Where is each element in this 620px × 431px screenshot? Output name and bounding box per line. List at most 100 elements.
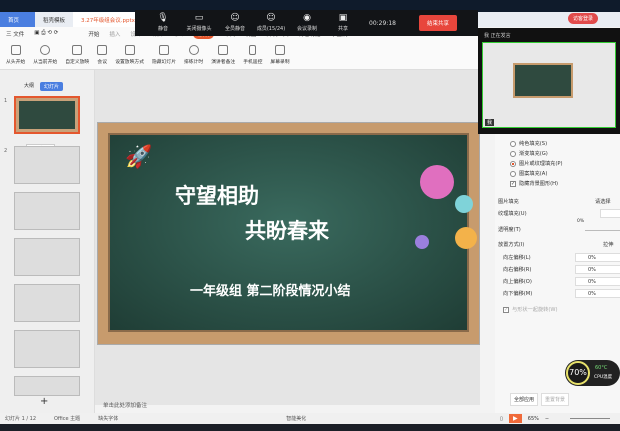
reset-background-button[interactable]: 重置背景 [541,393,570,406]
missing-font-button[interactable]: 缺失字体 [98,415,118,422]
label: 静音 [157,26,168,32]
tab-slides[interactable]: 幻灯片 [40,82,64,91]
slide-thumbnail[interactable] [14,192,80,230]
pattern-fill-radio[interactable] [510,170,516,177]
slide-title-2: 共盼春来 [245,219,329,243]
slide-panel: 大纲幻灯片 1 从当前开始 2 + [0,70,95,413]
speaking-status: 正在发言 [490,33,511,39]
tab-document[interactable]: 3.27年级组会议.pptx [73,12,143,27]
cpu-percent: 70% [566,361,590,385]
slide-thumbnail[interactable] [14,146,80,184]
offset-left-input[interactable]: 0% [575,253,620,262]
tab-home[interactable]: 首页 [0,12,35,27]
speaker-name: 我 [484,33,490,39]
label: 会议录制 [296,26,317,32]
hide-bg-checkbox[interactable]: ✓ [510,180,516,187]
cpu-label: CPU温度 [594,375,613,380]
video-panel: 我 正在发言 我 [478,28,620,134]
label: 渐变填充(G) [519,151,548,157]
end-share-button[interactable]: 结束共享 [419,15,458,31]
notes-area[interactable]: 单击此处添加备注 [95,398,480,412]
share-button[interactable]: ▣ 共享 [325,13,361,33]
rotate-checkbox[interactable]: ✓ [503,306,509,313]
label: 隐藏背景图形(H) [519,181,559,187]
notes-icon [218,45,229,55]
offset-right-input[interactable]: 0% [575,265,620,274]
login-button[interactable]: 访客登录 [568,13,599,24]
play-slideshow-button[interactable]: ▶ [508,414,522,423]
reading-view-icon[interactable]: ▯ [500,416,503,422]
slide-canvas[interactable]: 🚀 守望相助 共盼春来 一年级组 第二阶段情况小结 [97,122,480,345]
label: 图案填充(A) [519,171,548,177]
gradient-fill-radio[interactable] [510,150,516,157]
slide-thumbnail[interactable] [14,96,80,134]
zoom-slider[interactable] [570,418,610,419]
label: 共享 [337,26,348,32]
participant-label: 我 [485,119,495,126]
slide-thumbnail[interactable] [14,330,80,368]
offset-bottom-input[interactable]: 0% [575,289,620,298]
speaker-notes-button[interactable]: 演讲者备注 [208,40,238,69]
label: 成员(15/24) [256,26,286,32]
tab-outline[interactable]: 大纲 [24,82,34,91]
screen-record-button[interactable]: 屏幕录制 [267,40,292,69]
label: 与形状一起旋转(W) [512,307,558,313]
from-current-button[interactable]: 从当前开始 [30,40,60,69]
slide-thumbnail[interactable] [14,238,80,276]
zoom-level[interactable]: 65% [528,416,539,422]
label: 设置放映方式 [115,60,144,65]
solid-fill-radio[interactable] [510,140,516,147]
mute-all-icon: ☺ [230,13,240,23]
label: 隐藏幻灯片 [152,60,176,65]
meeting-icon [97,45,108,55]
show-settings-button[interactable]: 设置放映方式 [112,40,147,69]
mute-button[interactable]: 🎙 静音 [145,13,181,33]
meeting-button[interactable]: 会议 [94,40,110,69]
stretch-select[interactable]: 拉伸 [603,241,613,248]
texture-select[interactable] [600,209,620,218]
menu-file[interactable]: 三 文件 [6,30,24,38]
zoom-out-button[interactable]: − [545,416,549,422]
rehearse-button[interactable]: 排练计时 [181,40,206,69]
add-slide-button[interactable]: + [40,396,48,407]
label: 纹理填充(U) [498,211,527,217]
slide-thumbnail[interactable] [14,284,80,322]
shared-screen-preview[interactable]: 我 [482,42,616,128]
members-button[interactable]: ☺ 成员(15/24) [253,14,289,33]
hide-slide-icon [159,45,169,55]
phone-icon [249,45,257,55]
label: 图片或纹理填充(P) [519,161,563,167]
share-icon: ▣ [338,13,348,23]
slide-subtitle: 一年级组 第二阶段情况小结 [190,284,351,299]
camera-button[interactable]: ▭ 关闭摄像头 [181,14,217,33]
label: 放置方式(I) [498,242,525,248]
label: 透明度(T) [498,227,521,233]
phone-remote-button[interactable]: 手机遥控 [240,40,265,69]
ribbon-toolbar: 从头开始 从当前开始 自定义放映 会议 设置放映方式 隐藏幻灯片 排练计时 演讲… [0,40,480,70]
label: 关闭摄像头 [186,26,212,32]
record-screen-icon [275,45,285,55]
thumb-number: 1 [4,98,8,104]
offset-top-input[interactable]: 0% [575,277,620,286]
custom-show-button[interactable]: 自定义放映 [62,40,92,69]
mic-icon: 🎙 [157,13,169,23]
record-button[interactable]: ◉ 会议录制 [289,14,325,33]
transparency-slider[interactable] [585,230,620,231]
meeting-timer: 00:29:18 [369,19,396,27]
from-start-button[interactable]: 从头开始 [3,40,28,69]
theme-name: Office 主题 [54,416,81,422]
settings-icon [124,45,135,55]
label: 图片填充 [498,199,519,205]
slide-thumbnail[interactable] [14,376,80,396]
menu-insert[interactable]: 插入 [109,30,120,38]
menu-home[interactable]: 开始 [88,30,99,38]
apply-all-button[interactable]: 全部应用 [510,393,539,406]
mute-all-button[interactable]: ☺ 全员静音 [217,13,253,33]
cpu-gauge: 70% 60°C CPU温度 [565,360,620,386]
tab-templates[interactable]: 稻壳模板 [35,12,73,27]
picture-fill-radio[interactable] [510,160,516,167]
smart-beautify-button[interactable]: 智能美化 [286,415,306,422]
hide-slide-button[interactable]: 隐藏幻灯片 [149,40,179,69]
picture-select[interactable]: 请选择 [595,198,611,205]
chalkboard: 🚀 守望相助 共盼春来 一年级组 第二阶段情况小结 [108,133,477,332]
